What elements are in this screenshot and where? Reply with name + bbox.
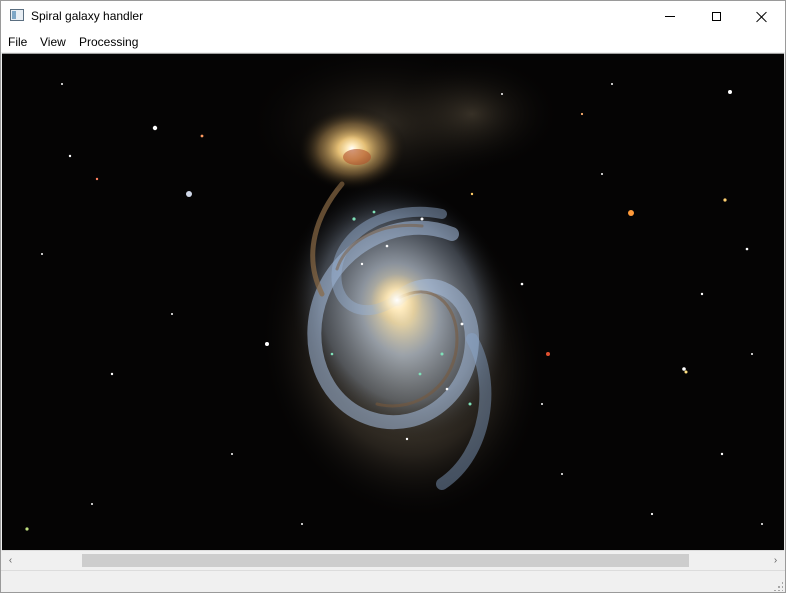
app-window-icon <box>10 9 24 21</box>
title-bar[interactable]: Spiral galaxy handler <box>1 1 785 32</box>
scroll-right-button[interactable]: › <box>767 551 784 570</box>
chevron-left-icon: ‹ <box>8 555 13 566</box>
close-icon <box>756 11 768 23</box>
maximize-button[interactable] <box>693 1 739 32</box>
minimize-icon <box>665 16 675 17</box>
horizontal-scrollbar[interactable]: ‹ › <box>2 550 784 570</box>
menu-processing[interactable]: Processing <box>79 35 138 49</box>
spiral-galaxy-image <box>2 54 784 550</box>
close-button[interactable] <box>739 1 785 32</box>
menu-file[interactable]: File <box>8 35 27 49</box>
minimize-button[interactable] <box>647 1 693 32</box>
scroll-left-button[interactable]: ‹ <box>2 551 19 570</box>
maximize-icon <box>711 12 721 21</box>
window-title: Spiral galaxy handler <box>31 9 144 23</box>
menu-bar: File View Processing <box>1 32 785 52</box>
app-window: Spiral galaxy handler File View Processi… <box>0 0 786 593</box>
resize-grip-icon[interactable] <box>773 581 783 591</box>
status-bar <box>1 570 785 592</box>
scrollbar-thumb[interactable] <box>82 554 689 567</box>
menu-view[interactable]: View <box>40 35 66 49</box>
chevron-right-icon: › <box>773 555 778 566</box>
image-viewport[interactable] <box>2 53 784 550</box>
